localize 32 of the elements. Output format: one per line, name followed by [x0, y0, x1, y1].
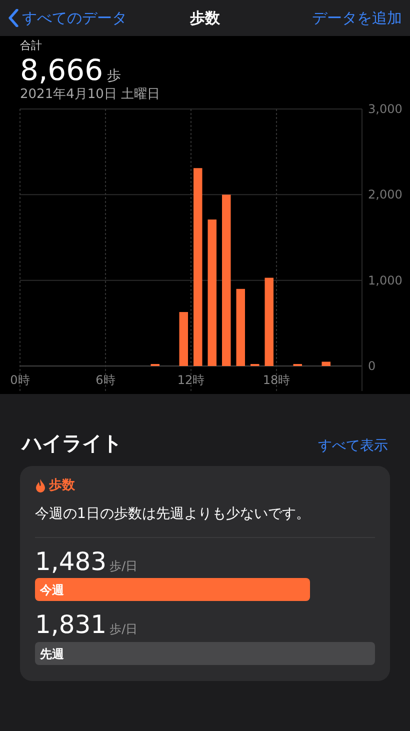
- add-data-button[interactable]: データを追加: [312, 6, 402, 30]
- date-label: 2021年4月10日 土曜日: [19, 86, 162, 104]
- axis-label: 0時: [10, 373, 30, 388]
- total-label: 合計: [19, 38, 43, 54]
- chart-bar: [150, 364, 160, 366]
- axis-label: 18時: [262, 373, 290, 388]
- chart-bar: [179, 312, 188, 366]
- highlight-message: 今週の1日の歩数は先週よりも少ないです。: [35, 496, 375, 538]
- axis-label: 2,000: [368, 188, 402, 202]
- axis-label: 12時: [177, 373, 205, 388]
- unit-label: 歩/日: [110, 558, 138, 573]
- comparison-bar: 今週: [35, 578, 310, 602]
- chart-bar: [250, 364, 260, 366]
- comparison-bar: 先週: [35, 642, 375, 665]
- screen-title: 歩数: [190, 8, 220, 29]
- unit-label: 歩/日: [110, 622, 138, 636]
- flame-icon: [35, 479, 46, 494]
- category-label: 歩数: [49, 477, 75, 496]
- average-value: 1,831: [35, 610, 107, 640]
- back-icon: [8, 9, 19, 27]
- chart-bar: [322, 362, 330, 366]
- show-all-link[interactable]: すべて表示: [318, 436, 388, 458]
- axis-label: 1,000: [368, 274, 402, 288]
- average-value: 1,483: [35, 546, 107, 576]
- total-value: 8,666: [20, 52, 104, 86]
- axis-label: 6時: [96, 373, 116, 388]
- chart-bar: [293, 364, 302, 366]
- back-button[interactable]: すべてのデータ: [8, 6, 127, 30]
- unit-label: 歩: [107, 68, 122, 84]
- section-title: ハイライト: [22, 430, 122, 458]
- axis-label: 3,000: [368, 104, 402, 116]
- axis-label: 0: [368, 359, 376, 374]
